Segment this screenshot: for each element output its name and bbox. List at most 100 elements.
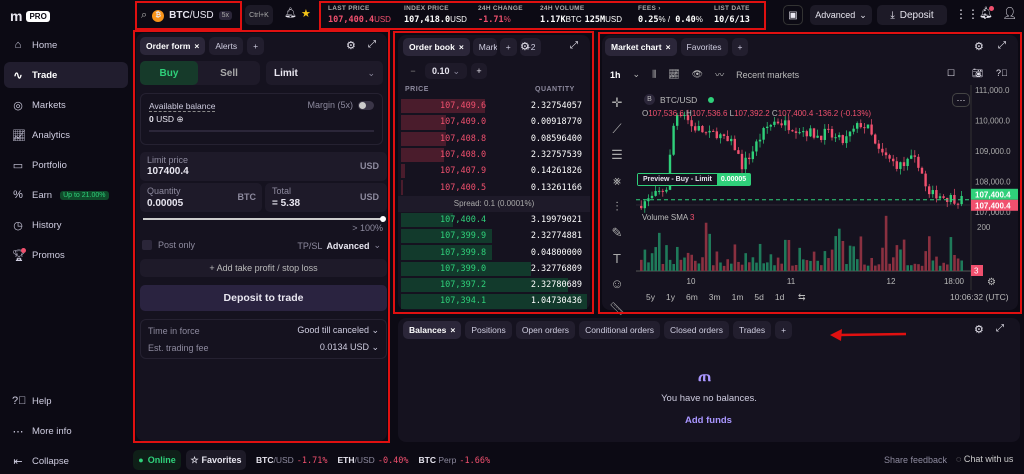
buy-tab[interactable]: Buy [140,61,198,85]
tab-open-orders[interactable]: Open orders [515,321,576,339]
close-icon[interactable]: × [450,325,455,335]
star-icon[interactable]: ★ [301,7,311,20]
fib-icon[interactable]: ☰ [611,147,623,163]
eye-icon[interactable]: 👁︎ [692,69,703,80]
range-1d[interactable]: 1d [775,292,784,302]
logo[interactable]: m PRO [10,8,50,24]
close-icon[interactable]: × [194,41,199,51]
shortcut-badge[interactable]: Ctrl+K [245,5,273,25]
ruler-icon[interactable]: 📏︎ [609,301,626,317]
margin-toggle[interactable] [358,100,374,110]
expand-icon[interactable]: ⤢ [570,40,578,51]
tab-positions[interactable]: Positions [465,321,512,339]
chat-button[interactable]: ◌ Chat with us [956,454,1013,464]
gear-icon[interactable]: ⚙ [520,40,530,53]
more-options-button[interactable]: ⋯ [952,93,970,107]
candle-type-icon[interactable]: ⫼ [652,69,656,80]
help-icon[interactable]: ?⃝ [996,68,1008,78]
sell-tab[interactable]: Sell [198,61,260,85]
post-only-checkbox[interactable] [142,240,152,250]
tab-alerts[interactable]: Alerts [209,37,244,55]
sidebar-item-history[interactable]: ◷ History [4,212,128,238]
gear-icon[interactable]: ⚙ [346,39,356,52]
range-1y[interactable]: 1y [666,292,675,302]
axis-settings-icon[interactable]: ⚙ [987,277,996,288]
close-icon[interactable]: × [459,42,464,52]
sidebar-item-portfolio[interactable]: ▭ Portfolio [4,152,128,178]
tab-market-chart[interactable]: Market chart × [605,38,677,56]
share-feedback-link[interactable]: Share feedback [884,455,947,465]
tab-conditional-orders[interactable]: Conditional orders [579,321,661,339]
ask-row[interactable]: 107,407.9 0.14261826 [398,163,590,179]
range-5y[interactable]: 5y [646,292,655,302]
advanced-dropdown[interactable]: Advanced ⌄ [810,5,872,25]
notifications-icon[interactable]: 🔔︎ [979,6,994,19]
deposit-to-trade-button[interactable]: Deposit to trade [140,285,387,311]
bid-row[interactable]: 107,399.9 2.32774881 [398,228,590,244]
indicators-icon[interactable]: 📈︎ [668,69,679,80]
favorites-button[interactable]: ☆ Favorites [186,450,246,470]
ticker-item[interactable]: BTC/USD -1.71% [256,455,328,466]
user-icon[interactable]: 👤︎ [1002,6,1017,20]
layout-icon[interactable]: ▣ [783,5,803,25]
emoji-icon[interactable]: ☺ [610,276,623,291]
brush-icon[interactable]: ✎ [612,225,623,241]
expand-icon[interactable]: ⤢ [996,323,1004,334]
decrease-tick-button[interactable]: − [405,63,421,79]
tab-favorites[interactable]: Favorites [680,38,728,56]
tab-order-book[interactable]: Order book × [403,38,470,56]
expand-icon[interactable]: ⤢ [998,40,1006,51]
bid-row[interactable]: 107,399.0 2.32776809 [398,261,590,277]
bid-row[interactable]: 107,400.4 3.19979021 [398,212,590,228]
fee-expand[interactable]: 0.0134 USD ⌄ [320,342,379,353]
stat-fees-[interactable]: FEES › 0.25% / 0.40% [630,3,706,29]
increase-tick-button[interactable]: + [471,63,487,79]
add-tab-button[interactable]: + [731,38,749,56]
bid-row[interactable]: 107,397.2 2.32780689 [398,277,590,293]
range-3m[interactable]: 3m [709,292,721,302]
trendline-icon[interactable]: ⟋ [612,121,621,137]
sidebar-item-analytics[interactable]: 📈︎ Analytics [4,122,128,148]
bell-icon[interactable]: 🔔︎ [284,8,297,19]
gear-icon[interactable]: ⚙ [974,40,984,53]
gear-icon[interactable]: ⚙ [974,323,984,336]
deposit-button[interactable]: ⤓ Deposit [877,5,947,25]
fullscreen-icon[interactable]: ☐ [947,68,955,79]
ask-row[interactable]: 107,408.8 0.08596400 [398,131,590,147]
add-tab-button[interactable]: + [499,38,517,56]
ask-row[interactable]: 107,400.5 0.13261166 [398,179,590,195]
range-1m[interactable]: 1m [732,292,744,302]
tab-closed-orders[interactable]: Closed orders [664,321,729,339]
tpsl-dropdown[interactable]: TP/SL Advanced ⌄ [297,240,381,251]
camera-icon[interactable]: 📷︎ [972,68,983,79]
crosshair-icon[interactable]: ✛ [612,95,623,111]
measure-icon[interactable]: ⫶ [615,199,618,215]
expand-icon[interactable]: ⤢ [368,39,376,50]
sidebar-item-trade[interactable]: ∿ Trade [4,62,128,88]
quantity-field[interactable]: Quantity 0.00005 BTC [140,183,262,212]
total-field[interactable]: Total = 5.38 USD [265,183,387,212]
pattern-icon[interactable]: ⨳ [613,173,621,189]
sidebar-item-promos[interactable]: 🏆︎ Promos [4,242,128,268]
tab-balances[interactable]: Balances × [403,321,462,339]
date-range-icon[interactable]: ⇆ [798,292,806,303]
add-tpsl-button[interactable]: + Add take profit / stop loss [140,259,387,277]
ticker-item[interactable]: ETH/USD -0.40% [338,455,409,466]
limit-price-field[interactable]: Limit price 107400.4 USD [140,152,387,181]
ticker-item[interactable]: BTC Perp -1.66% [419,455,491,466]
tab-order-form[interactable]: Order form × [140,37,206,55]
add-circle-icon[interactable]: ⊕ [176,114,183,124]
tab-market[interactable]: Mark [472,38,497,56]
tick-size-select[interactable]: 0.10 ⌄ [425,63,467,79]
order-type-select[interactable]: Limit ⌄ [266,61,383,85]
bid-row[interactable]: 107,394.1 1.04730436 [398,293,590,309]
time-in-force-select[interactable]: Good till canceled ⌄ [297,325,379,336]
chevron-down-icon[interactable]: ⌄ [633,69,641,80]
add-tab-button[interactable]: + [247,37,265,55]
close-icon[interactable]: × [666,42,671,52]
text-icon[interactable]: T [613,251,621,266]
add-tab-button[interactable]: + [775,321,793,339]
sidebar-item-earn[interactable]: % Earn Up to 21.00% [4,182,128,208]
range-6m[interactable]: 6m [686,292,698,302]
add-funds-link[interactable]: Add funds [685,415,732,426]
